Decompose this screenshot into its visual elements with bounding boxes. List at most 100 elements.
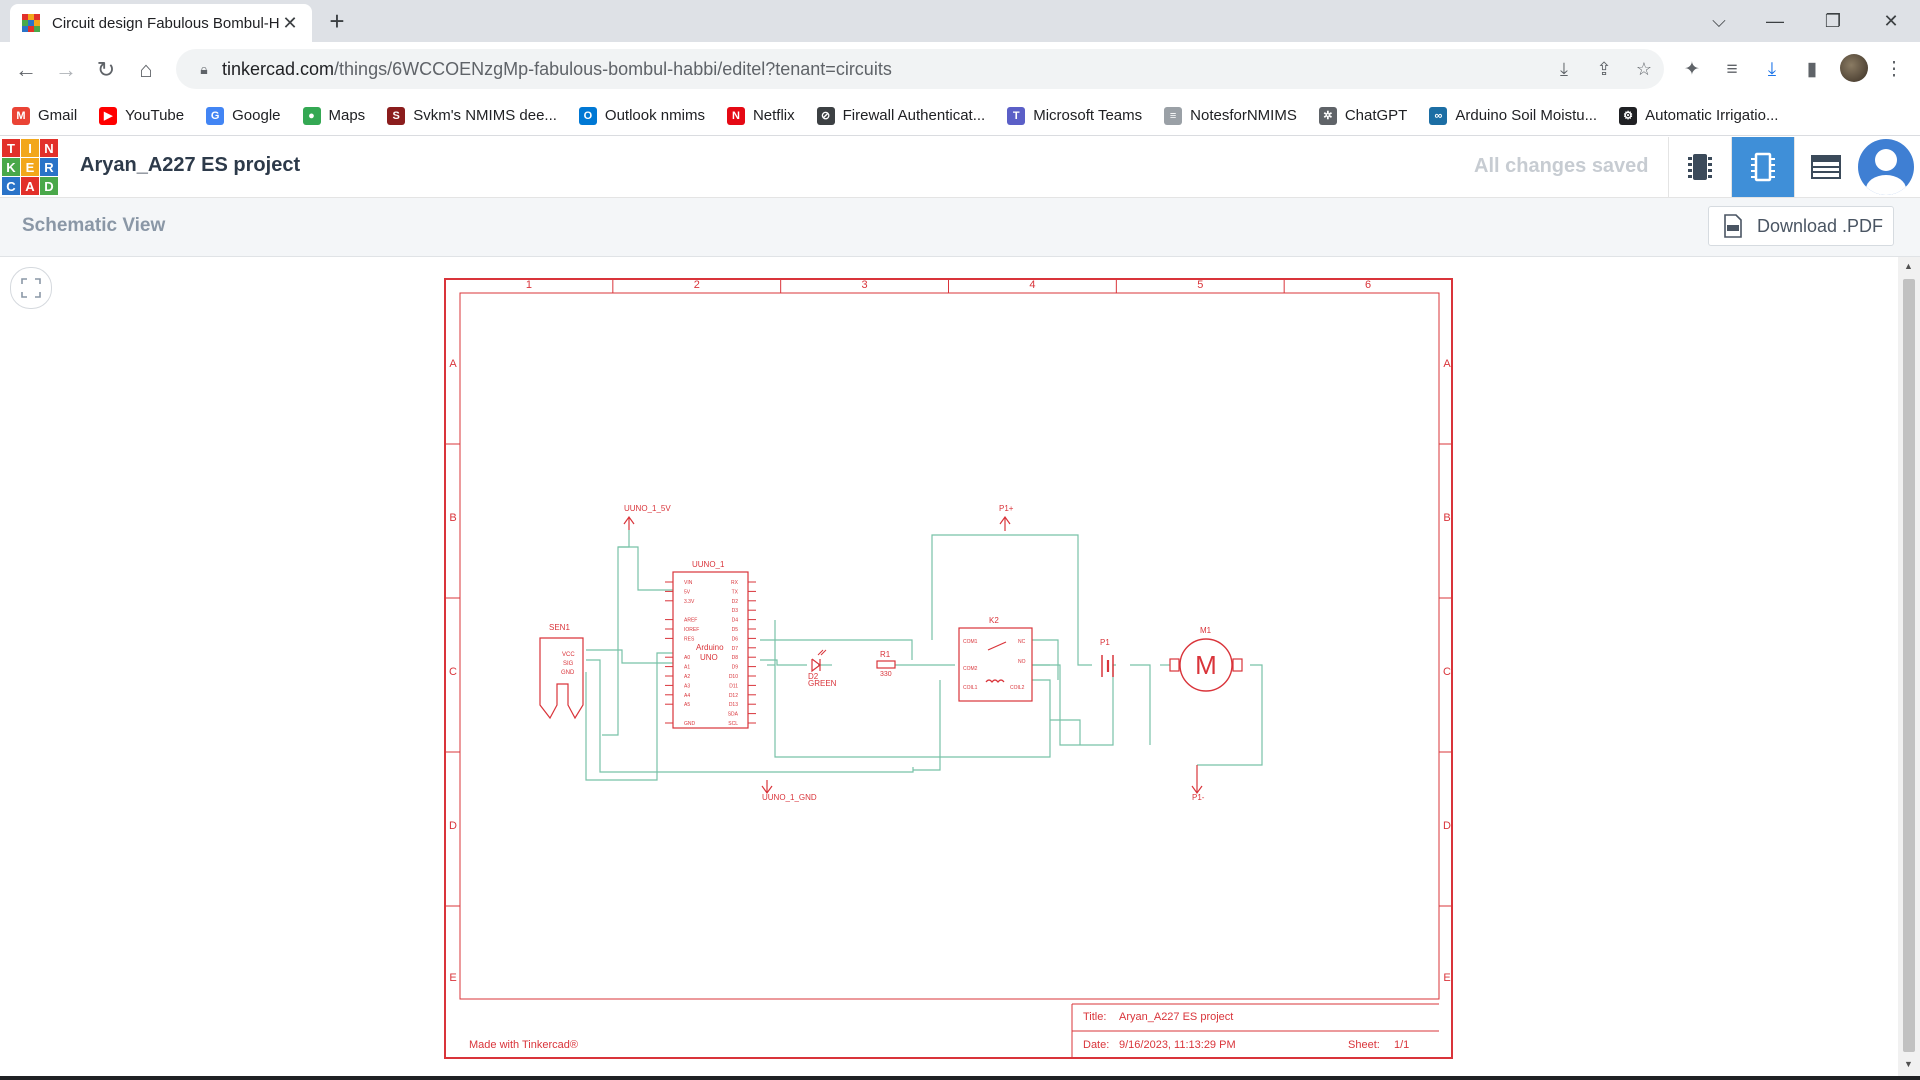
schematic-view-title: Schematic View (22, 215, 166, 236)
minimize-button[interactable]: — (1752, 6, 1798, 36)
menu-kebab-icon[interactable]: ⋮ (1880, 56, 1908, 84)
bookmark-nmims[interactable]: S Svkm's NMIMS dee... (387, 106, 557, 125)
arduino-pin-label: 3.3V (684, 599, 695, 605)
side-panel-icon[interactable]: ▮ (1798, 56, 1826, 84)
circuit-view-button[interactable] (1668, 137, 1731, 197)
logo-letter: T (2, 139, 20, 157)
bookmark-star-icon[interactable]: ☆ (1624, 59, 1664, 80)
bookmark-label: NotesforNMIMS (1190, 107, 1297, 124)
scroll-up-arrow-icon[interactable]: ▲ (1904, 261, 1913, 271)
net-wire (586, 649, 673, 664)
soil-sensor-body (539, 637, 584, 720)
gmail-icon: M (12, 106, 30, 125)
media-queue-icon[interactable]: ≡ (1718, 56, 1746, 84)
date-label: Date: (1083, 1039, 1109, 1051)
arduino-pin-label: D2 (732, 599, 739, 605)
arduino-pin-label: TX (732, 589, 739, 595)
scrollbar-thumb[interactable] (1903, 279, 1915, 1052)
sheet-label: Sheet: (1348, 1039, 1380, 1051)
logo-letter: N (40, 139, 58, 157)
bookmark-teams[interactable]: T Microsoft Teams (1007, 106, 1143, 125)
vertical-scrollbar[interactable]: ▲ ▼ (1898, 257, 1920, 1076)
resistor-value-label: 330 (880, 671, 892, 678)
bookmark-chatgpt[interactable]: ✲ ChatGPT (1318, 106, 1407, 125)
column-label: 5 (1197, 279, 1203, 291)
resistor-body (876, 660, 896, 669)
row-label-right: A (1443, 358, 1451, 370)
forward-button[interactable]: → (50, 54, 82, 86)
gnd-net-label: UUNO_1_GND (762, 793, 817, 802)
browser-tab[interactable]: Circuit design Fabulous Bombul-H ✕ (10, 4, 312, 42)
arduino-pin-label: A3 (684, 683, 690, 689)
chatgpt-icon: ✲ (1318, 106, 1337, 125)
back-button[interactable]: ← (10, 54, 42, 86)
bookmark-gear-site[interactable]: ⚙ Automatic Irrigatio... (1619, 106, 1778, 125)
sensor-pin-label: SIG (563, 661, 574, 667)
arduino-pin-label: IOREF (684, 627, 699, 633)
net-wire (1130, 664, 1151, 745)
outlook-icon: O (578, 106, 597, 125)
motor-ref-label: M1 (1200, 626, 1212, 635)
column-label: 2 (694, 279, 700, 291)
row-label-left: E (449, 972, 456, 984)
bookmark-arduino-site[interactable]: ∞ Arduino Soil Moistu... (1429, 106, 1597, 125)
bookmark-netflix[interactable]: N Netflix (726, 106, 795, 125)
lock-icon[interactable]: 🔒︎ (186, 61, 222, 78)
download-pdf-button[interactable]: Download .PDF (1708, 206, 1894, 246)
download-icon[interactable]: ⤓ (1758, 56, 1786, 84)
bookmark-outlook[interactable]: O Outlook nmims (578, 106, 705, 125)
extensions-icon[interactable]: ✦ (1678, 56, 1706, 84)
arduino-name-label: UNO (700, 653, 718, 662)
scroll-down-arrow-icon[interactable]: ▼ (1904, 1059, 1913, 1069)
row-label-left: B (449, 512, 456, 524)
url-text: tinkercad.com/things/6WCCOENzgMp-fabulou… (222, 58, 892, 79)
user-avatar[interactable] (1858, 139, 1914, 195)
sheet-inner-border (459, 292, 1440, 1000)
schematic-canvas[interactable]: 1 2 3 4 5 6 A A B B C C D D E E Title: Aryan_A227 ES proj… (0, 257, 1898, 1076)
tab-search-chevron-icon[interactable]: ⌵ (1696, 6, 1742, 36)
net-wire (1032, 664, 1116, 746)
profile-avatar[interactable] (1840, 54, 1868, 82)
bookmark-notes[interactable]: ≡ NotesforNMIMS (1164, 106, 1297, 125)
schematic-view-button[interactable] (1731, 137, 1794, 197)
bookmark-google[interactable]: G Google (206, 106, 281, 125)
p-minus-label: P1- (1192, 793, 1205, 802)
bookmark-label: Svkm's NMIMS dee... (413, 107, 557, 124)
project-title[interactable]: Aryan_A227 ES project (80, 154, 300, 177)
battery-ref-label: P1 (1100, 638, 1110, 647)
arduino-pin-label: D7 (732, 646, 739, 652)
tinkercad-logo[interactable]: TIN KER CAD (2, 139, 58, 195)
bookmark-firewall[interactable]: ⊘ Firewall Authenticat... (816, 106, 985, 125)
arduino-pin-label: GND (684, 721, 696, 727)
google-icon: G (206, 106, 225, 125)
bookmark-label: Microsoft Teams (1033, 107, 1143, 124)
address-bar[interactable]: 🔒︎ tinkercad.com/things/6WCCOENzgMp-fabu… (176, 49, 1664, 89)
relay-pin-label: COM1 (963, 639, 978, 645)
logo-letter: D (40, 177, 58, 195)
user-silhouette-icon (1866, 149, 1906, 195)
install-app-icon[interactable]: ⤓ (1544, 59, 1584, 80)
close-window-button[interactable]: ✕ (1868, 6, 1914, 36)
restore-button[interactable]: ❐ (1810, 6, 1856, 36)
fit-to-view-button[interactable] (10, 267, 52, 309)
component-list-button[interactable] (1794, 137, 1857, 197)
tab-title: Circuit design Fabulous Bombul-H (52, 14, 280, 32)
new-tab-button[interactable]: + (322, 7, 352, 37)
arduino-pin-label: A1 (684, 665, 690, 671)
arduino-pin-label: A2 (684, 674, 690, 680)
bookmark-youtube[interactable]: ▶ YouTube (99, 106, 184, 125)
arduino-pin-label: D9 (732, 665, 739, 671)
relay-pin-label: COIL2 (1010, 685, 1025, 691)
column-label: 1 (526, 279, 532, 291)
reload-button[interactable]: ↻ (90, 54, 122, 86)
bookmark-gmail[interactable]: M Gmail (12, 106, 77, 125)
relay-pin-label: COIL1 (963, 685, 978, 691)
resistor-ref-label: R1 (880, 650, 891, 659)
home-button[interactable]: ⌂ (130, 54, 162, 86)
bookmark-maps[interactable]: ● Maps (302, 106, 365, 125)
share-icon[interactable]: ⇪ (1584, 59, 1624, 80)
made-with-tinkercad: Made with Tinkercad® (469, 1039, 578, 1051)
tab-close-icon[interactable]: ✕ (280, 13, 300, 34)
teams-icon: T (1007, 106, 1026, 125)
table-list-icon (1811, 155, 1841, 179)
